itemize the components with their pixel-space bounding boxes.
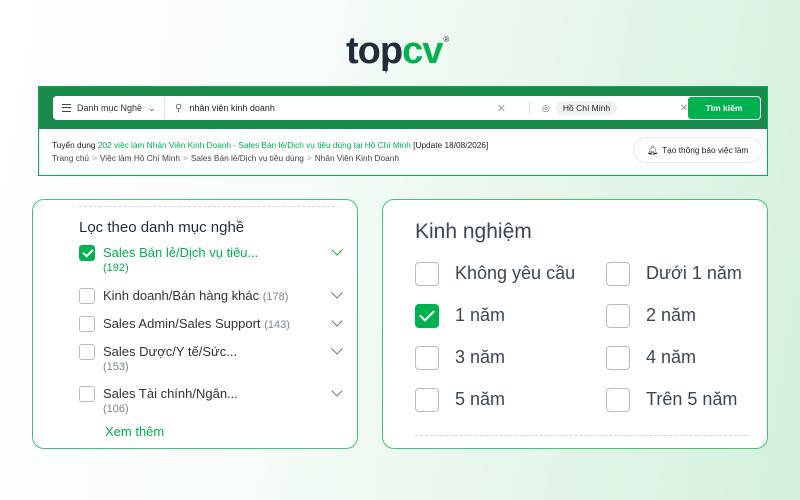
chevron-down-icon[interactable] <box>331 244 343 256</box>
list-icon <box>62 104 71 112</box>
chevron-down-icon[interactable] <box>331 315 343 327</box>
registered-mark: ® <box>443 35 450 44</box>
category-filter-title: Lọc theo danh mục nghề <box>79 219 245 236</box>
category-count: (143) <box>264 319 290 331</box>
clear-keyword-icon[interactable]: ✕ <box>497 102 506 115</box>
category-filter-card: Lọc theo danh mục nghề Sales Bán lẻ/Dịch… <box>32 199 358 449</box>
checkbox[interactable] <box>606 304 630 328</box>
category-filter-item[interactable]: Sales Admin/Sales Support (143) <box>79 315 343 334</box>
checkbox[interactable] <box>79 245 95 261</box>
chevron-right-icon: > <box>306 153 312 163</box>
search-icon: ⚲ <box>175 102 183 114</box>
category-label: Sales Bán lẻ/Dịch vụ tiêu... <box>103 245 259 260</box>
checkbox[interactable] <box>415 304 439 328</box>
category-label: Sales Admin/Sales Support (143) <box>103 316 290 331</box>
chevron-down-icon[interactable] <box>331 385 343 397</box>
tie-icon <box>383 60 389 74</box>
map-pin-icon: ◎ <box>542 102 550 113</box>
divider <box>415 435 747 436</box>
category-filter-item[interactable]: Sales Tài chính/Ngân... (106) <box>79 385 343 420</box>
category-dropdown[interactable]: Danh mục Nghề ⌄ <box>53 96 165 120</box>
divider <box>79 206 335 207</box>
experience-option-label: 2 năm <box>646 305 697 325</box>
category-count: (192) <box>103 262 129 274</box>
category-count: (153) <box>103 361 129 373</box>
breadcrumb-item[interactable]: Sales Bán lẻ/Dịch vụ tiêu dùng <box>191 153 304 163</box>
topcv-logo[interactable]: topcv ® <box>346 26 449 70</box>
category-label: Sales Dược/Y tế/Sức... <box>103 344 238 359</box>
breadcrumb-item[interactable]: Việc làm Hồ Chí Minh <box>100 153 180 163</box>
category-dropdown-label: Danh mục Nghề <box>77 103 143 113</box>
bell-icon: 🔔︎ <box>646 144 659 155</box>
category-filter-item[interactable]: Sales Bán lẻ/Dịch vụ tiêu... (192) <box>79 244 343 279</box>
category-filter-item[interactable]: Sales Dược/Y tế/Sức... (153) <box>79 343 343 378</box>
alert-button-label: Tạo thông báo việc làm <box>662 145 749 155</box>
checkbox[interactable] <box>606 262 630 286</box>
checkbox[interactable] <box>79 288 95 304</box>
chevron-down-icon: ⌄ <box>148 102 156 113</box>
see-more-link[interactable]: Xem thêm <box>105 424 164 439</box>
breadcrumb: Trang chủ > Việc làm Hồ Chí Minh > Sales Bán… <box>52 153 399 163</box>
create-job-alert-button[interactable]: 🔔︎ Tạo thông báo việc làm <box>634 138 761 162</box>
experience-option-label: 1 năm <box>455 305 506 325</box>
breadcrumb-item: Nhân Viên Kinh Doanh <box>314 153 400 163</box>
checkbox[interactable] <box>606 388 630 412</box>
keyword-input[interactable]: ⚲ nhân viên kinh doanh ✕ <box>165 96 530 120</box>
location-chip[interactable]: Hồ Chí Minh <box>555 101 618 115</box>
experience-option-label: 5 năm <box>455 389 506 409</box>
experience-filter-title: Kinh nghiệm <box>415 220 532 243</box>
experience-filter-card: Kinh nghiệm Không yêu cầu Dưới 1 năm 1 n… <box>382 199 768 449</box>
checkbox[interactable] <box>606 346 630 370</box>
checkbox[interactable] <box>415 262 439 286</box>
checkbox[interactable] <box>79 386 95 402</box>
search-bar: Danh mục Nghề ⌄ ⚲ nhân viên kinh doanh ✕… <box>39 87 767 129</box>
checkbox[interactable] <box>79 316 95 332</box>
keyword-value: nhân viên kinh doanh <box>189 103 275 113</box>
chevron-down-icon[interactable] <box>331 343 343 355</box>
chevron-right-icon: > <box>92 153 97 163</box>
checkbox[interactable] <box>415 388 439 412</box>
experience-option-label: Trên 5 năm <box>646 389 738 409</box>
search-panel: Danh mục Nghề ⌄ ⚲ nhân viên kinh doanh ✕… <box>38 86 768 176</box>
logo-text: topcv <box>346 30 443 72</box>
category-label: Kinh doanh/Bán hàng khác (178) <box>103 288 289 303</box>
experience-option-label: Dưới 1 năm <box>646 263 742 283</box>
checkbox[interactable] <box>79 344 95 360</box>
result-count-link[interactable]: 202 việc làm Nhân Viên Kinh Doanh - Sale… <box>98 140 411 150</box>
category-count: (178) <box>262 291 289 303</box>
chevron-down-icon[interactable] <box>331 287 343 299</box>
breadcrumb-item[interactable]: Trang chủ <box>52 153 89 163</box>
result-summary: Tuyển dụng 202 việc làm Nhân Viên Kinh D… <box>52 140 489 150</box>
search-button[interactable]: Tìm kiếm <box>687 96 761 120</box>
experience-option-label: Không yêu cầu <box>455 263 576 283</box>
chevron-right-icon: > <box>183 153 188 163</box>
category-count: (106) <box>103 403 129 415</box>
experience-option-label: 3 năm <box>455 347 506 367</box>
experience-option-label: 4 năm <box>646 347 697 367</box>
checkbox[interactable] <box>415 346 439 370</box>
category-filter-item[interactable]: Kinh doanh/Bán hàng khác (178) <box>79 287 343 306</box>
category-label: Sales Tài chính/Ngân... <box>103 386 238 401</box>
